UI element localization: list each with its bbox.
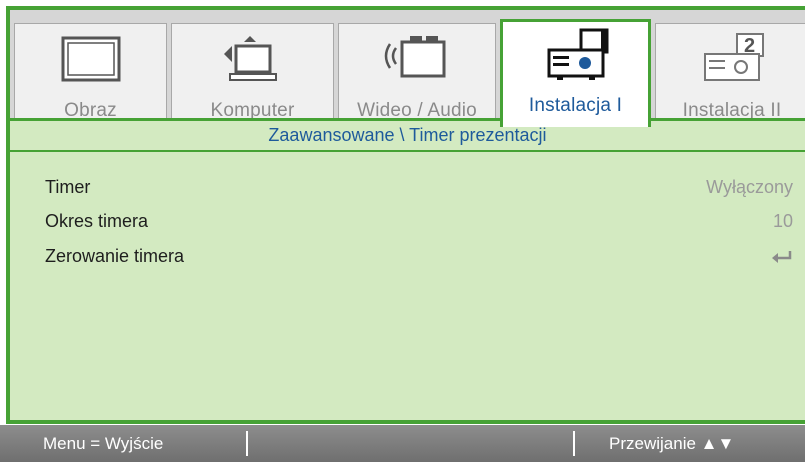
monitor-icon [15, 32, 166, 88]
setting-row-okres-timera[interactable]: Okres timera 10 [45, 208, 793, 234]
computer-icon [172, 32, 333, 88]
tab-instalacja-2[interactable]: 2 Instalacja II [655, 23, 805, 126]
tab-instalacja-1[interactable]: Instalacja I [500, 19, 651, 127]
footer-divider [573, 431, 575, 456]
submenu-title-bar: Zaawansowane \ Timer prezentacji [10, 118, 805, 152]
tab-strip: Obraz Komputer Wideo / Audio Instalacja … [10, 10, 805, 127]
tab-obraz[interactable]: Obraz [14, 23, 167, 126]
menu-frame: Obraz Komputer Wideo / Audio Instalacja … [6, 6, 805, 424]
tab-wideo-audio[interactable]: Wideo / Audio [338, 23, 496, 126]
footer-scroll-hint: Przewijanie ▲▼ [609, 434, 735, 453]
setting-value[interactable]: Wyłączony [706, 174, 793, 200]
footer-divider [246, 431, 248, 456]
footer-menu-exit-hint: Menu = Wyjście [43, 434, 164, 453]
projector-2-icon: 2 [656, 32, 805, 88]
setting-name: Okres timera [45, 211, 149, 231]
enter-icon[interactable] [771, 243, 793, 269]
setting-row-zerowanie-timera[interactable]: Zerowanie timera [45, 243, 793, 269]
tab-instalacja-1-label: Instalacja I [528, 95, 623, 116]
setting-name: Zerowanie timera [45, 246, 185, 266]
footer-bar: Menu = Wyjście Przewijanie ▲▼ [0, 425, 805, 462]
setting-row-timer[interactable]: Timer Wyłączony [45, 174, 793, 200]
setting-name: Timer [45, 177, 91, 197]
setting-value[interactable]: 10 [773, 208, 793, 234]
video-audio-icon [339, 32, 495, 88]
osd-menu: Obraz Komputer Wideo / Audio Instalacja … [0, 0, 805, 462]
tab-komputer[interactable]: Komputer [171, 23, 334, 126]
projector-icon [503, 28, 648, 84]
